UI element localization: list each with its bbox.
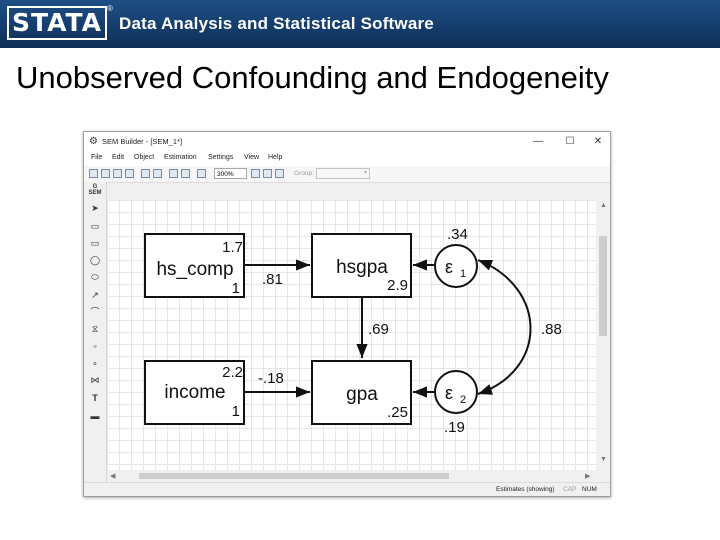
area-tool-icon[interactable]: ⋈ [88, 374, 102, 386]
area-box-tool-icon[interactable]: ▬ [88, 410, 102, 422]
stata-logo: STATA [7, 6, 107, 40]
toolbar: 300% Group: ▾ [84, 166, 610, 183]
horizontal-scrollbar[interactable]: ◀ ▶ [107, 470, 596, 482]
scroll-down-icon[interactable]: ▼ [600, 456, 607, 463]
menu-estimation[interactable]: Estimation [164, 154, 197, 161]
minimize-button[interactable]: — [530, 135, 546, 149]
measurement-component-icon[interactable]: ⧖ [88, 323, 102, 335]
undo-icon[interactable] [169, 169, 178, 178]
path-tool-icon[interactable]: ↗ [88, 289, 102, 301]
app-icon: ⚙ [89, 136, 98, 147]
vertical-scroll-thumb[interactable] [599, 236, 607, 336]
close-button[interactable]: ✕ [590, 135, 606, 149]
pointer-tool-icon[interactable] [197, 169, 206, 178]
maximize-button[interactable]: ☐ [562, 135, 578, 149]
menu-file[interactable]: File [91, 154, 102, 161]
fit-icon[interactable] [251, 169, 260, 178]
status-bar: Estimates (showing) CAP NUM [84, 482, 610, 496]
header-banner: STATA ® Data Analysis and Statistical So… [0, 0, 720, 48]
horizontal-scroll-thumb[interactable] [139, 473, 449, 479]
scroll-right-icon[interactable]: ▶ [585, 472, 590, 480]
multilevel-latent-tool-icon[interactable]: ⬭ [88, 271, 102, 283]
node-gpa[interactable] [311, 360, 412, 425]
status-cap: CAP [563, 486, 577, 493]
paste-icon[interactable] [153, 169, 162, 178]
node-e2[interactable] [434, 370, 478, 414]
node-income[interactable] [144, 360, 245, 425]
status-estimates: Estimates (showing) [496, 486, 555, 493]
menu-view[interactable]: View [244, 154, 259, 161]
select-tool-icon[interactable]: ➤ [88, 202, 102, 214]
observed-variable-tool-icon[interactable]: ▭ [88, 220, 102, 232]
generalized-variable-tool-icon[interactable]: ▭ [88, 237, 102, 249]
sem-builder-window: ⚙ SEM Builder - [SEM_1*] — ☐ ✕ File Edit… [83, 131, 611, 497]
observed-regression-icon[interactable]: ▫ [88, 340, 102, 352]
registered-mark: ® [107, 4, 113, 13]
zoom-select[interactable]: 300% [214, 168, 247, 179]
covariance-tool-icon[interactable]: ⌒ [88, 306, 102, 318]
menu-object[interactable]: Object [134, 154, 154, 161]
node-hsgpa[interactable] [311, 233, 412, 298]
scroll-left-icon[interactable]: ◀ [110, 472, 115, 480]
print-icon[interactable] [125, 169, 134, 178]
window-title: SEM Builder - [SEM_1*] [102, 137, 183, 146]
slide-title: Unobserved Confounding and Endogeneity [16, 60, 609, 95]
redo-icon[interactable] [181, 169, 190, 178]
menu-bar: File Edit Object Estimation Settings Vie… [84, 152, 610, 166]
menu-help[interactable]: Help [268, 154, 282, 161]
gsem-toggle[interactable]: G SEM [88, 184, 102, 196]
node-hs-comp[interactable] [144, 233, 245, 298]
tool-palette: G SEM ➤ ▭ ▭ ◯ ⬭ ↗ ⌒ ⧖ ▫ ∘ ⋈ T ▬ [84, 182, 107, 482]
vertical-scrollbar[interactable]: ▲ ▼ [596, 200, 610, 480]
window-titlebar: ⚙ SEM Builder - [SEM_1*] — ☐ ✕ [84, 132, 610, 152]
header-tagline: Data Analysis and Statistical Software [119, 14, 434, 33]
open-icon[interactable] [101, 169, 110, 178]
estimate-icon[interactable] [275, 169, 284, 178]
menu-settings[interactable]: Settings [208, 154, 233, 161]
latent-variable-tool-icon[interactable]: ◯ [88, 254, 102, 266]
scroll-up-icon[interactable]: ▲ [600, 202, 607, 209]
grid-icon[interactable] [263, 169, 272, 178]
group-label: Group: [294, 170, 314, 177]
new-icon[interactable] [89, 169, 98, 178]
menu-edit[interactable]: Edit [112, 154, 124, 161]
save-icon[interactable] [113, 169, 122, 178]
latent-regression-icon[interactable]: ∘ [88, 357, 102, 369]
copy-icon[interactable] [141, 169, 150, 178]
node-e1[interactable] [434, 244, 478, 288]
status-num: NUM [582, 486, 597, 493]
text-tool-icon[interactable]: T [88, 392, 102, 404]
group-select[interactable]: ▾ [316, 168, 370, 179]
